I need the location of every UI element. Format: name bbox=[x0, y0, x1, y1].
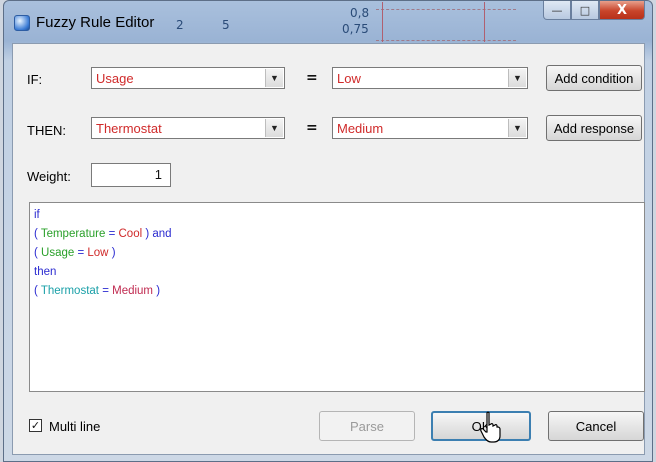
chevron-down-icon[interactable]: ▼ bbox=[508, 69, 526, 87]
then-variable-select[interactable]: Thermostat ▼ bbox=[91, 117, 285, 139]
window-title: Fuzzy Rule Editor bbox=[36, 14, 155, 31]
chevron-down-icon[interactable]: ▼ bbox=[265, 69, 283, 87]
then-variable-value: Thermostat bbox=[96, 121, 162, 136]
if-term-value: Low bbox=[337, 71, 361, 86]
cancel-button[interactable]: Cancel bbox=[548, 411, 644, 441]
maximize-button[interactable]: □ bbox=[571, 1, 599, 20]
weight-input[interactable]: 1 bbox=[91, 163, 171, 187]
add-condition-button[interactable]: Add condition bbox=[546, 65, 642, 91]
then-term-value: Medium bbox=[337, 121, 384, 136]
rule-text-editor[interactable]: if ( Temperature = Cool ) and ( Usage = … bbox=[29, 202, 645, 392]
multiline-checkbox[interactable]: ✓ bbox=[29, 419, 42, 432]
fuzzy-app-icon bbox=[14, 15, 30, 31]
then-label: THEN: bbox=[27, 123, 66, 138]
title-bar[interactable]: Fuzzy Rule Editor 2 5 0,8 0,75 — □ X bbox=[4, 1, 652, 43]
if-variable-value: Usage bbox=[96, 71, 134, 86]
mouse-pointer-icon bbox=[480, 411, 501, 443]
then-term-select[interactable]: Medium ▼ bbox=[332, 117, 528, 139]
rule-line-condition-1: ( Temperature = Cool ) and bbox=[34, 228, 172, 240]
if-term-select[interactable]: Low ▼ bbox=[332, 67, 528, 89]
parse-button[interactable]: Parse bbox=[319, 411, 415, 441]
background-plot-glimpse bbox=[376, 2, 516, 42]
background-text: 2 bbox=[176, 18, 184, 32]
multiline-label: Multi line bbox=[49, 419, 101, 434]
add-response-button[interactable]: Add response bbox=[546, 115, 642, 141]
rule-line-condition-2: ( Usage = Low ) bbox=[34, 247, 116, 259]
minimize-icon: — bbox=[551, 3, 563, 17]
background-text: 0,8 bbox=[350, 6, 370, 20]
window-controls: — □ X bbox=[543, 1, 645, 20]
close-button[interactable]: X bbox=[599, 1, 645, 20]
maximize-icon: □ bbox=[579, 3, 591, 17]
chevron-down-icon[interactable]: ▼ bbox=[508, 119, 526, 137]
rule-line-then: then bbox=[34, 266, 57, 278]
fuzzy-rule-editor-window: Fuzzy Rule Editor 2 5 0,8 0,75 — □ X IF:… bbox=[3, 0, 653, 462]
background-text: 5 bbox=[222, 18, 230, 32]
weight-label: Weight: bbox=[27, 169, 71, 184]
dialog-client-area: IF: Usage ▼ = Low ▼ Add condition THEN: … bbox=[12, 43, 645, 455]
then-equals-sign: = bbox=[306, 120, 318, 136]
background-text: 0,75 bbox=[342, 22, 369, 36]
close-icon: X bbox=[616, 2, 628, 18]
minimize-button[interactable]: — bbox=[543, 1, 571, 20]
chevron-down-icon[interactable]: ▼ bbox=[265, 119, 283, 137]
if-label: IF: bbox=[27, 72, 43, 87]
if-equals-sign: = bbox=[306, 70, 318, 86]
rule-line-response: ( Thermostat = Medium ) bbox=[34, 285, 161, 297]
rule-line-if: if bbox=[34, 209, 40, 221]
if-variable-select[interactable]: Usage ▼ bbox=[91, 67, 285, 89]
